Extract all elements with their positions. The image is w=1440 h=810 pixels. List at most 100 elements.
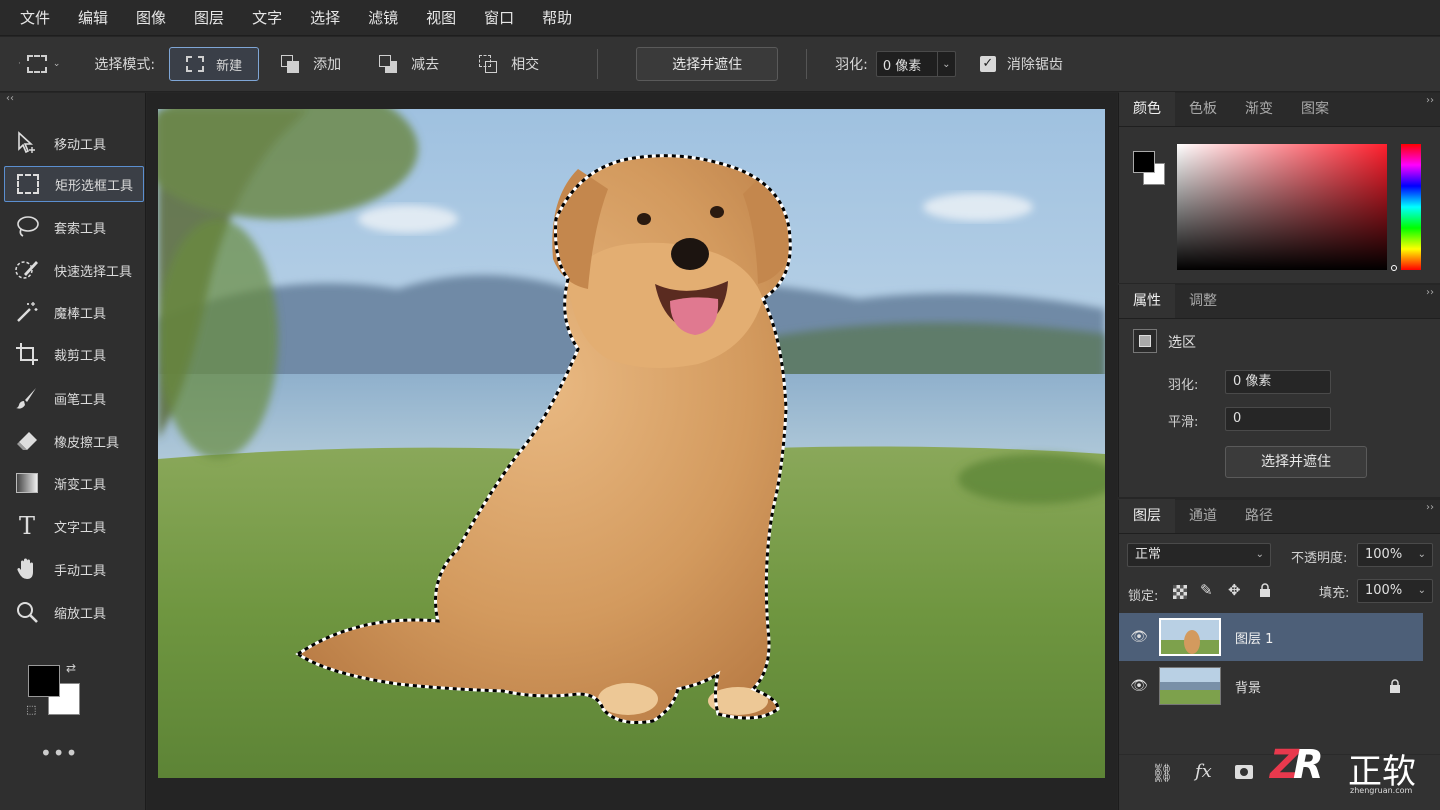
properties-panel: 属性 调整 ›› 选区 羽化: 0 像素 平滑: 0 选择并遮住 bbox=[1118, 284, 1440, 497]
checkbox-checked-icon[interactable]: ✓ bbox=[979, 56, 996, 72]
tool-label: 矩形选框工具 bbox=[55, 178, 134, 194]
tab-properties[interactable]: 属性 bbox=[1119, 284, 1175, 318]
tool-brush[interactable]: 画笔工具 bbox=[4, 380, 144, 416]
lock-paint-icon[interactable]: ✎ bbox=[1200, 581, 1213, 599]
layer-row-layer1[interactable]: 👁 图层 1 bbox=[1119, 613, 1423, 661]
chevron-down-icon[interactable]: ⌄ bbox=[936, 52, 955, 76]
tool-hand[interactable]: 手动工具 bbox=[4, 551, 144, 587]
fill-label: 填充: bbox=[1319, 586, 1350, 601]
mode-new-button[interactable]: 新建 bbox=[169, 47, 260, 81]
eraser-icon bbox=[14, 428, 40, 454]
panel-collapse-icon[interactable]: ›› bbox=[1426, 287, 1434, 298]
layer-name[interactable]: 图层 1 bbox=[1235, 628, 1273, 647]
feather-input[interactable]: 0 像素 ⌄ bbox=[875, 51, 956, 77]
mode-subtract-label: 减去 bbox=[411, 57, 440, 73]
menu-window[interactable]: 窗口 bbox=[470, 0, 528, 36]
color-picker-handle[interactable] bbox=[1391, 265, 1397, 271]
more-tools-icon[interactable]: ••• bbox=[40, 741, 78, 765]
tool-zoom[interactable]: 缩放工具 bbox=[4, 594, 144, 630]
mode-add-button[interactable]: 添加 bbox=[281, 54, 341, 74]
mode-intersect-button[interactable]: 相交 bbox=[479, 54, 539, 74]
tool-label: 魔棒工具 bbox=[54, 306, 107, 322]
blend-mode-select[interactable]: 正常 ⌄ bbox=[1127, 543, 1271, 567]
smooth-input[interactable]: 0 bbox=[1225, 407, 1331, 431]
panel-collapse-icon[interactable]: ›› bbox=[1426, 502, 1434, 513]
menu-help[interactable]: 帮助 bbox=[528, 0, 586, 36]
menu-image[interactable]: 图像 bbox=[122, 0, 180, 36]
tool-gradient[interactable]: 渐变工具 bbox=[4, 465, 144, 501]
link-layers-icon[interactable]: ⛓ bbox=[1151, 763, 1174, 784]
tab-adjustments[interactable]: 调整 bbox=[1175, 284, 1231, 318]
tool-crop[interactable]: 裁剪工具 bbox=[4, 336, 144, 372]
tab-layers[interactable]: 图层 bbox=[1119, 499, 1175, 533]
hue-slider[interactable] bbox=[1401, 144, 1421, 270]
layers-panel-tabs: 图层 通道 路径 ›› bbox=[1119, 499, 1440, 534]
tool-label: 渐变工具 bbox=[54, 477, 107, 493]
chevron-down-icon: ⌄ bbox=[1417, 549, 1426, 560]
lock-position-icon[interactable]: ✥ bbox=[1228, 581, 1241, 599]
menu-select[interactable]: 选择 bbox=[296, 0, 354, 36]
foreground-color-swatch[interactable] bbox=[1133, 151, 1155, 173]
lock-all-icon[interactable] bbox=[1259, 583, 1271, 597]
tool-eraser[interactable]: 橡皮擦工具 bbox=[4, 423, 144, 459]
document-image[interactable] bbox=[158, 109, 1105, 778]
tool-rect-marquee[interactable]: 矩形选框工具 bbox=[4, 166, 144, 202]
tool-preset-picker[interactable]: · ⌄ bbox=[18, 55, 60, 73]
visibility-eye-icon[interactable]: 👁 bbox=[1119, 629, 1159, 645]
visibility-eye-icon[interactable]: 👁 bbox=[1119, 678, 1159, 694]
menu-layer[interactable]: 图层 bbox=[180, 0, 238, 36]
menu-type[interactable]: 文字 bbox=[238, 0, 296, 36]
new-selection-icon bbox=[186, 56, 205, 72]
color-swatches-mini[interactable] bbox=[1133, 151, 1167, 189]
photo-dog-on-grass bbox=[158, 109, 1105, 778]
brush-icon bbox=[14, 385, 40, 411]
tab-channels[interactable]: 通道 bbox=[1175, 499, 1231, 533]
tool-type[interactable]: T 文字工具 bbox=[4, 508, 144, 544]
layer-name[interactable]: 背景 bbox=[1235, 677, 1261, 696]
menu-bar: 文件 编辑 图像 图层 文字 选择 滤镜 视图 窗口 帮助 bbox=[0, 0, 1440, 36]
menu-file[interactable]: 文件 bbox=[6, 0, 64, 36]
properties-panel-tabs: 属性 调整 ›› bbox=[1119, 284, 1440, 319]
opacity-input[interactable]: 100% ⌄ bbox=[1357, 543, 1433, 567]
chevron-down-icon: ⌄ bbox=[1417, 585, 1426, 596]
tool-magic-wand[interactable]: 魔棒工具 bbox=[4, 294, 144, 330]
foreground-color-swatch[interactable] bbox=[28, 665, 60, 697]
tab-gradients[interactable]: 渐变 bbox=[1231, 92, 1287, 126]
tool-move[interactable]: 移动工具 bbox=[4, 125, 144, 161]
watermark-sub: zhengruan.com bbox=[1350, 786, 1413, 795]
rect-marquee-icon bbox=[15, 171, 41, 197]
layer-row-background[interactable]: 👁 背景 bbox=[1119, 662, 1423, 710]
feather-input[interactable]: 0 像素 bbox=[1225, 370, 1331, 394]
default-colors-icon[interactable]: ⬚ bbox=[26, 703, 36, 716]
lock-transparent-icon[interactable] bbox=[1173, 585, 1187, 599]
menu-edit[interactable]: 编辑 bbox=[64, 0, 122, 36]
tab-color[interactable]: 颜色 bbox=[1119, 92, 1175, 126]
tab-patterns[interactable]: 图案 bbox=[1287, 92, 1343, 126]
tab-paths[interactable]: 路径 bbox=[1231, 499, 1287, 533]
color-field[interactable] bbox=[1177, 144, 1387, 270]
color-swatches[interactable]: ⇄ ⬚ bbox=[26, 661, 84, 721]
zoom-icon bbox=[14, 599, 40, 625]
selection-mode-label: 选择模式: bbox=[94, 57, 156, 73]
menu-view[interactable]: 视图 bbox=[412, 0, 470, 36]
tool-quick-select[interactable]: 快速选择工具 bbox=[4, 252, 144, 288]
fill-input[interactable]: 100% ⌄ bbox=[1357, 579, 1433, 603]
swap-colors-icon[interactable]: ⇄ bbox=[66, 661, 76, 675]
tool-lasso[interactable]: 套索工具 bbox=[4, 209, 144, 245]
subtract-selection-icon bbox=[379, 55, 398, 73]
layer-thumbnail bbox=[1159, 667, 1221, 705]
select-and-mask-button[interactable]: 选择并遮住 bbox=[1225, 446, 1367, 478]
feather-value: 0 像素 bbox=[882, 58, 922, 74]
menu-filter[interactable]: 滤镜 bbox=[354, 0, 412, 36]
collapse-icon[interactable]: ‹‹ bbox=[6, 93, 14, 104]
select-and-mask-button[interactable]: 选择并遮住 bbox=[636, 47, 779, 81]
mode-subtract-button[interactable]: 减去 bbox=[379, 54, 439, 74]
tab-swatches[interactable]: 色板 bbox=[1175, 92, 1231, 126]
fx-icon[interactable]: fx bbox=[1195, 761, 1212, 782]
tool-label: 快速选择工具 bbox=[54, 264, 133, 280]
tool-label: 移动工具 bbox=[54, 137, 107, 153]
blend-mode-value: 正常 bbox=[1135, 547, 1162, 562]
panel-collapse-icon[interactable]: ›› bbox=[1426, 95, 1434, 106]
antialias-toggle[interactable]: ✓ 消除锯齿 bbox=[979, 54, 1063, 74]
add-mask-icon[interactable] bbox=[1235, 765, 1253, 779]
